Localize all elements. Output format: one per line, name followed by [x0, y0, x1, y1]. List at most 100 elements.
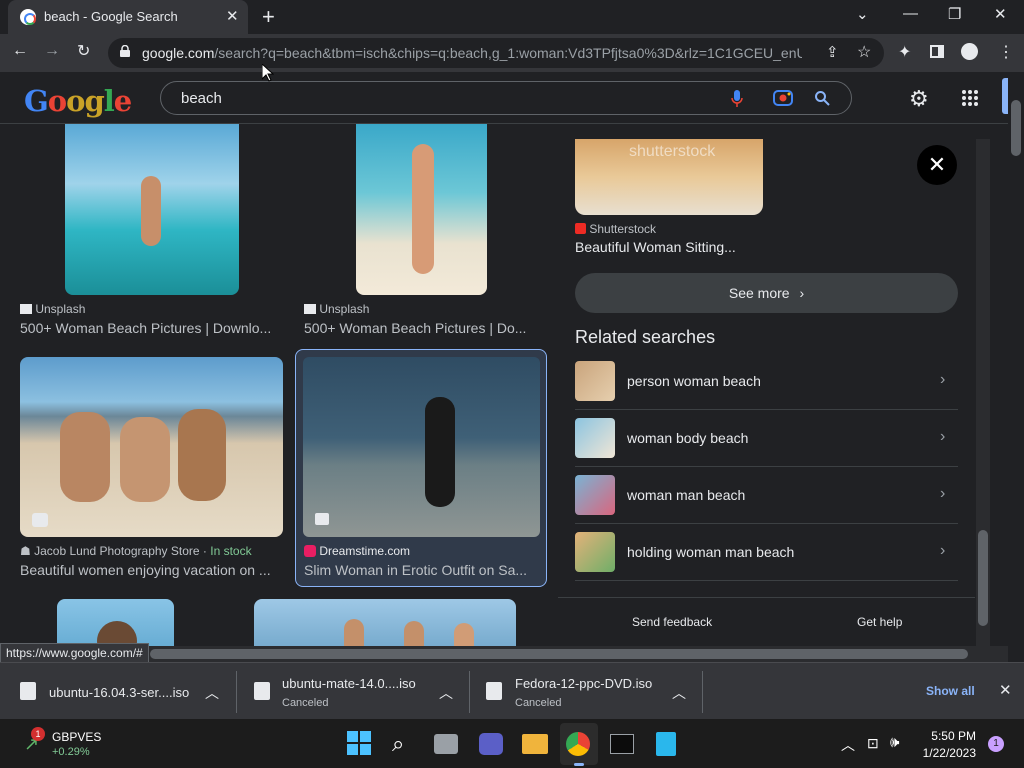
teams-chat-icon[interactable] — [479, 733, 503, 755]
google-favicon-icon — [20, 9, 36, 25]
settings-gear-icon[interactable]: ⚙ — [909, 86, 929, 112]
url-path: /search?q=beach&tbm=isch&chips=q:beach,g… — [214, 45, 802, 61]
result-image-3[interactable] — [20, 357, 283, 537]
shutterstock-logo-icon — [575, 223, 586, 234]
see-more-button[interactable]: See more › — [575, 273, 958, 313]
preview-caption[interactable]: Beautiful Woman Sitting... — [575, 239, 736, 255]
result-source-4[interactable]: Dreamstime.com — [304, 544, 410, 558]
search-query[interactable]: beach — [181, 90, 222, 107]
result-source-1[interactable]: Unsplash — [20, 302, 85, 316]
result-image-5[interactable] — [57, 599, 174, 646]
store-icon: ☗ — [20, 544, 31, 558]
chrome-menu-icon[interactable]: ⋮ — [998, 42, 1014, 62]
result-source-3[interactable]: ☗ Jacob Lund Photography Store · In stoc… — [20, 544, 252, 558]
download-item-3[interactable]: Fedora-12-ppc-DVD.iso Canceled ︿ — [470, 663, 702, 720]
related-search-item[interactable]: woman body beach › — [575, 410, 958, 467]
reload-icon[interactable]: ↻ — [77, 41, 90, 61]
show-all-downloads-button[interactable]: Show all — [926, 684, 975, 698]
figure-silhouette — [412, 144, 434, 274]
network-icon[interactable]: ⊡ — [867, 735, 879, 752]
chevron-up-icon[interactable]: ︿ — [439, 683, 453, 703]
profile-avatar-icon[interactable] — [961, 43, 978, 60]
voice-search-mic-icon[interactable] — [731, 90, 743, 108]
result-caption-2[interactable]: 500+ Woman Beach Pictures | Do... — [304, 320, 530, 336]
in-stock-badge: In stock — [210, 544, 252, 558]
side-panel-icon[interactable] — [930, 45, 944, 58]
mouse-cursor-icon — [262, 64, 274, 82]
notepad-icon[interactable] — [656, 732, 676, 756]
file-explorer-icon[interactable] — [522, 734, 548, 754]
image-results-grid: Unsplash 500+ Woman Beach Pictures | Dow… — [0, 124, 555, 646]
active-app-indicator — [574, 763, 584, 766]
chevron-up-icon[interactable]: ︿ — [672, 683, 686, 703]
google-doodle-logo[interactable]: Google — [24, 84, 132, 118]
download-status: Canceled — [515, 697, 562, 709]
result-caption-1[interactable]: 500+ Woman Beach Pictures | Downlo... — [20, 320, 278, 336]
result-caption-4[interactable]: Slim Woman in Erotic Outfit on Sa... — [304, 562, 532, 578]
figure-silhouette — [141, 176, 161, 246]
task-view-icon[interactable] — [434, 734, 458, 754]
new-tab-button[interactable]: + — [262, 4, 275, 30]
close-preview-button[interactable]: ✕ — [917, 145, 957, 185]
related-thumb — [575, 532, 615, 572]
download-item-2[interactable]: ubuntu-mate-14.0....iso Canceled ︿ — [237, 663, 469, 720]
panel-scrollbar-thumb[interactable] — [978, 530, 988, 626]
related-search-item[interactable]: woman man beach › — [575, 467, 958, 524]
result-image-2[interactable] — [356, 124, 487, 295]
tab-close-icon[interactable]: ✕ — [226, 7, 239, 25]
download-filename: Fedora-12-ppc-DVD.iso — [515, 676, 653, 691]
bookmark-star-icon[interactable]: ☆ — [857, 42, 871, 62]
forward-arrow-icon[interactable]: → — [44, 42, 60, 60]
unsplash-logo-icon — [304, 304, 316, 314]
result-image-1[interactable] — [65, 124, 239, 295]
chevron-right-icon: › — [940, 428, 946, 445]
back-arrow-icon[interactable]: ← — [12, 42, 28, 60]
page-vertical-scrollbar[interactable] — [1008, 72, 1024, 646]
download-filename: ubuntu-16.04.3-ser....iso — [49, 685, 190, 700]
window-close-button[interactable]: ✕ — [994, 5, 1007, 23]
show-hidden-icons-chevron-icon[interactable]: ︿ — [841, 735, 855, 755]
chrome-taskbar-icon[interactable] — [566, 732, 590, 756]
notification-count-badge[interactable]: 1 — [988, 736, 1004, 752]
chevron-up-icon[interactable]: ︿ — [205, 683, 219, 703]
tab-active[interactable]: beach - Google Search ✕ — [8, 0, 248, 34]
clock-date[interactable]: 1/22/2023 — [918, 746, 976, 760]
preview-image[interactable]: shutterstock — [575, 139, 763, 215]
restore-button[interactable]: ❐ — [948, 5, 961, 23]
minimize-button[interactable]: — — [903, 5, 918, 22]
google-lens-camera-icon[interactable] — [773, 89, 793, 107]
search-icon[interactable] — [814, 90, 830, 106]
get-help-link[interactable]: Get help — [857, 615, 902, 629]
volume-icon[interactable]: 🕪 — [890, 734, 899, 751]
chevron-right-icon: › — [940, 542, 946, 559]
preview-source[interactable]: Shutterstock — [575, 222, 656, 236]
search-box[interactable]: beach — [160, 81, 852, 115]
iso-file-icon — [254, 682, 270, 700]
download-status: Canceled — [282, 697, 329, 709]
clock-time[interactable]: 5:50 PM — [926, 729, 976, 743]
related-search-label: person woman beach — [627, 373, 761, 389]
page-scrollbar-thumb[interactable] — [1011, 100, 1021, 156]
address-bar[interactable]: google.com/search?q=beach&tbm=isch&chips… — [108, 38, 884, 68]
share-icon[interactable]: ⇪ — [826, 43, 839, 61]
image-type-icon — [315, 513, 329, 525]
footer-divider — [558, 597, 975, 598]
google-apps-grid-icon[interactable] — [961, 89, 979, 107]
result-image-6[interactable] — [254, 599, 516, 646]
windows-start-icon[interactable] — [344, 728, 374, 758]
result-caption-3[interactable]: Beautiful women enjoying vacation on ... — [20, 562, 280, 578]
extensions-puzzle-icon[interactable]: ✦ — [898, 42, 911, 62]
download-item-1[interactable]: ubuntu-16.04.3-ser....iso ︿ — [0, 663, 236, 720]
horizontal-scrollbar-thumb[interactable] — [150, 649, 968, 659]
related-search-label: woman body beach — [627, 430, 749, 446]
close-downloads-bar-icon[interactable]: ✕ — [999, 681, 1012, 699]
result-image-4[interactable] — [303, 357, 540, 537]
tab-search-chevron-icon[interactable]: ⌄ — [856, 5, 869, 23]
result-source-2[interactable]: Unsplash — [304, 302, 369, 316]
related-search-item[interactable]: holding woman man beach › — [575, 524, 958, 581]
terminal-icon[interactable] — [610, 734, 634, 754]
send-feedback-link[interactable]: Send feedback — [632, 615, 712, 629]
stock-name[interactable]: GBPVES — [52, 730, 101, 744]
related-search-item[interactable]: person woman beach › — [575, 353, 958, 410]
taskbar-search-icon[interactable]: ⌕ — [392, 731, 404, 757]
